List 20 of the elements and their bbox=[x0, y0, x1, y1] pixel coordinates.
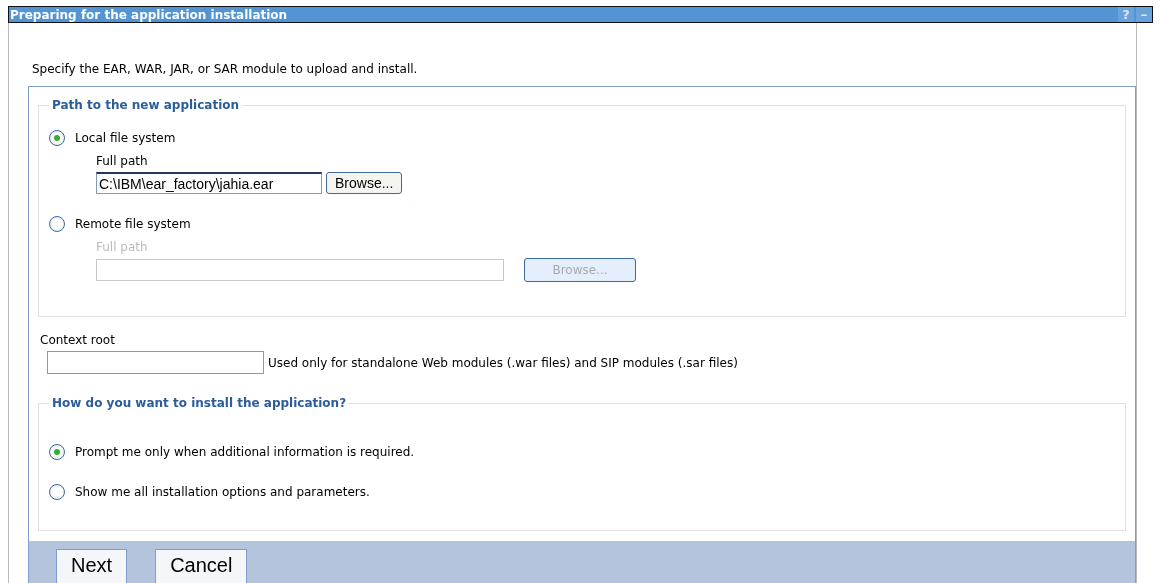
window-title: Preparing for the application installation bbox=[9, 7, 288, 22]
context-root-field[interactable] bbox=[47, 351, 264, 374]
field-label: Context root bbox=[40, 333, 116, 347]
next-button[interactable]: Next bbox=[56, 549, 128, 583]
field-hint: Used only for standalone Web modules (.war files) and SIP modules (.sar files) bbox=[268, 355, 738, 370]
instruction-text: Specify the EAR, WAR, JAR, or SAR module to upload and install. bbox=[31, 61, 419, 78]
group-legend: Path to the new application bbox=[49, 98, 243, 112]
browse-button[interactable]: Browse... bbox=[326, 172, 403, 194]
radio-button[interactable] bbox=[49, 484, 65, 500]
radio-label: Local file system bbox=[75, 131, 176, 145]
path-field[interactable]: C:\IBM\ear_factory\jahia.ear bbox=[96, 172, 322, 194]
field-label: Full path bbox=[96, 240, 149, 254]
radio-label: Show me all installation options and parameters. bbox=[75, 485, 370, 499]
field-label: Full path bbox=[96, 154, 149, 168]
cancel-button[interactable]: Cancel bbox=[155, 549, 248, 583]
radio-button[interactable] bbox=[49, 130, 65, 146]
group-legend: How do you want to install the application? bbox=[49, 396, 350, 410]
radio-label: Remote file system bbox=[75, 217, 191, 231]
radio-label: Prompt me only when additional information is required. bbox=[75, 445, 415, 459]
radio-button[interactable] bbox=[49, 444, 65, 460]
